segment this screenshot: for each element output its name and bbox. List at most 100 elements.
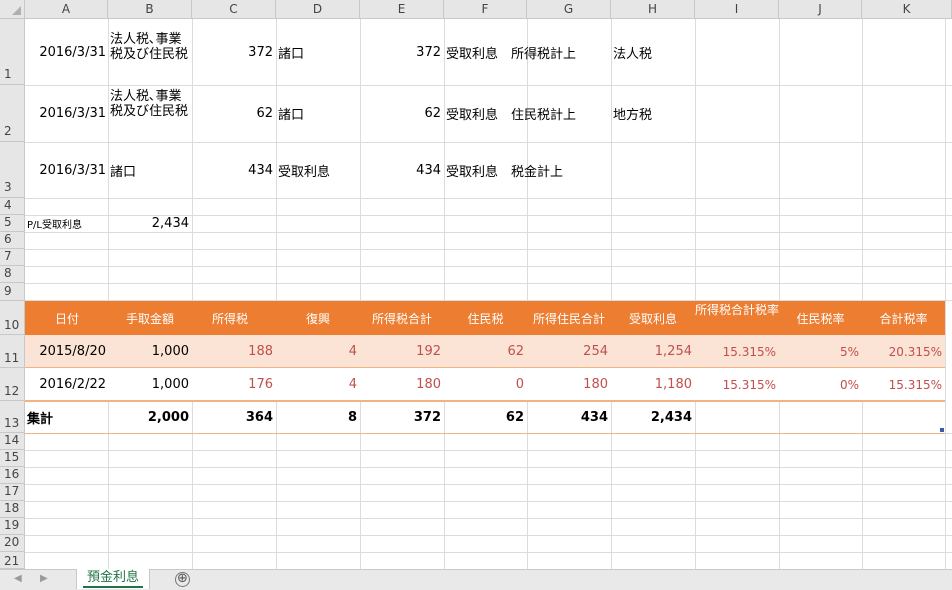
row-header-19[interactable]: 19 [0, 518, 25, 535]
column-header-h[interactable]: H [611, 0, 695, 19]
column-header-b[interactable]: B [108, 0, 192, 19]
table-total-income-tax[interactable]: 364 [192, 401, 276, 433]
table-cell-resident-tax-1[interactable]: 62 [444, 335, 527, 368]
journal-debit-account-2[interactable]: 法人税､事業税及び住民税 [108, 87, 192, 142]
table-cell-income-tax-total-1[interactable]: 192 [360, 335, 444, 368]
journal-credit-account-1[interactable]: 諸口 [276, 19, 360, 85]
column-header-g[interactable]: G [527, 0, 611, 19]
table-cell-reconstruction-1[interactable]: 4 [276, 335, 360, 368]
table-header-date[interactable]: 日付 [25, 301, 109, 335]
row-header-4[interactable]: 4 [0, 198, 25, 215]
table-cell-income-tax-2[interactable]: 176 [192, 368, 276, 401]
table-header-income-resident-total[interactable]: 所得住民合計 [527, 301, 611, 335]
journal-credit-amount-1[interactable]: 372 [360, 19, 444, 85]
row-header-10[interactable]: 10 [0, 301, 25, 335]
table-total-income-tax-total[interactable]: 372 [360, 401, 444, 433]
table-cell-date-1[interactable]: 2015/8/20 [25, 335, 109, 368]
row-header-8[interactable]: 8 [0, 266, 25, 283]
column-header-a[interactable]: A [25, 0, 108, 19]
row-header-15[interactable]: 15 [0, 450, 25, 467]
table-total-income-resident-total[interactable]: 434 [527, 401, 611, 433]
table-resize-handle[interactable] [940, 428, 944, 432]
spreadsheet-grid[interactable]: A B C D E F G H I J K 1 2 3 4 5 6 7 8 9 … [0, 0, 952, 569]
table-total-net[interactable]: 2,000 [108, 401, 192, 433]
journal-memo2-1[interactable]: 所得税計上 [509, 19, 611, 85]
tab-scroll-right-icon[interactable]: ▶ [40, 573, 48, 584]
row-header-7[interactable]: 7 [0, 249, 25, 266]
table-header-income-tax-rate[interactable]: 所得税合計税率 [695, 302, 779, 335]
table-header-total-tax-rate[interactable]: 合計税率 [862, 301, 945, 335]
row-header-3[interactable]: 3 [0, 142, 25, 198]
table-header-net-amount[interactable]: 手取金額 [108, 301, 192, 335]
table-cell-resident-tax-2[interactable]: 0 [444, 368, 527, 401]
table-cell-net-1[interactable]: 1,000 [108, 335, 192, 368]
row-header-18[interactable]: 18 [0, 501, 25, 518]
journal-date-3[interactable]: 2016/3/31 [25, 142, 109, 198]
table-header-reconstruction[interactable]: 復興 [276, 301, 360, 335]
journal-credit-account-3[interactable]: 受取利息 [276, 142, 360, 198]
journal-debit-account-3[interactable]: 諸口 [108, 142, 192, 198]
select-all-corner[interactable] [0, 0, 25, 19]
table-cell-reconstruction-2[interactable]: 4 [276, 368, 360, 401]
table-header-resident-tax[interactable]: 住民税 [444, 301, 527, 335]
row-header-1[interactable]: 1 [0, 19, 25, 85]
row-header-16[interactable]: 16 [0, 467, 25, 484]
table-total-label[interactable]: 集計 [25, 401, 109, 433]
table-cell-income-tax-rate-1[interactable]: 15.315% [695, 335, 779, 368]
table-cell-income-tax-1[interactable]: 188 [192, 335, 276, 368]
pl-label[interactable]: P/L受取利息 [25, 215, 109, 232]
column-header-f[interactable]: F [444, 0, 527, 19]
row-header-6[interactable]: 6 [0, 232, 25, 249]
journal-credit-amount-3[interactable]: 434 [360, 142, 444, 198]
table-header-income-tax-total[interactable]: 所得税合計 [360, 301, 444, 335]
journal-date-2[interactable]: 2016/3/31 [25, 85, 109, 142]
column-header-d[interactable]: D [276, 0, 360, 19]
journal-date-1[interactable]: 2016/3/31 [25, 19, 109, 85]
journal-memo2-3[interactable]: 税金計上 [509, 142, 611, 198]
journal-memo2-2[interactable]: 住民税計上 [509, 85, 611, 142]
journal-memo3-1[interactable]: 法人税 [611, 19, 695, 85]
table-total-resident-tax[interactable]: 62 [444, 401, 527, 433]
table-cell-resident-tax-rate-2[interactable]: 0% [779, 368, 862, 401]
table-cell-date-2[interactable]: 2016/2/22 [25, 368, 109, 401]
column-header-j[interactable]: J [779, 0, 862, 19]
column-header-k[interactable]: K [862, 0, 952, 19]
sheet-tab-active[interactable]: 預金利息 [76, 569, 150, 589]
journal-debit-account-1[interactable]: 法人税､事業税及び住民税 [108, 30, 192, 85]
table-header-resident-tax-rate[interactable]: 住民税率 [779, 301, 862, 335]
table-cell-income-resident-total-1[interactable]: 254 [527, 335, 611, 368]
column-header-c[interactable]: C [192, 0, 276, 19]
table-header-income-tax[interactable]: 所得税 [210, 301, 276, 335]
row-header-5[interactable]: 5 [0, 215, 25, 232]
table-cell-interest-1[interactable]: 1,254 [611, 335, 695, 368]
row-header-17[interactable]: 17 [0, 484, 25, 501]
journal-debit-amount-2[interactable]: 62 [192, 85, 276, 142]
journal-memo3-2[interactable]: 地方税 [611, 85, 695, 142]
tab-scroll-left-icon[interactable]: ◀ [14, 573, 22, 584]
row-header-14[interactable]: 14 [0, 433, 25, 450]
row-header-21[interactable]: 21 [0, 552, 25, 569]
table-total-reconstruction[interactable]: 8 [276, 401, 360, 433]
row-header-9[interactable]: 9 [0, 283, 25, 301]
journal-debit-amount-3[interactable]: 434 [192, 142, 276, 198]
column-header-i[interactable]: I [695, 0, 779, 19]
row-header-12[interactable]: 12 [0, 368, 25, 401]
journal-debit-amount-1[interactable]: 372 [192, 19, 276, 85]
row-header-20[interactable]: 20 [0, 535, 25, 552]
table-cell-income-tax-rate-2[interactable]: 15.315% [695, 368, 779, 401]
pl-value[interactable]: 2,434 [108, 215, 192, 232]
row-header-13[interactable]: 13 [0, 401, 25, 433]
table-cell-net-2[interactable]: 1,000 [108, 368, 192, 401]
journal-credit-amount-2[interactable]: 62 [360, 85, 444, 142]
column-header-e[interactable]: E [360, 0, 444, 19]
table-cell-total-tax-rate-1[interactable]: 20.315% [862, 335, 945, 368]
table-cell-income-resident-total-2[interactable]: 180 [527, 368, 611, 401]
table-header-interest-received[interactable]: 受取利息 [611, 301, 695, 335]
table-cell-income-tax-total-2[interactable]: 180 [360, 368, 444, 401]
add-sheet-icon[interactable]: ⊕ [175, 572, 190, 587]
row-header-11[interactable]: 11 [0, 335, 25, 368]
table-cell-interest-2[interactable]: 1,180 [611, 368, 695, 401]
row-header-2[interactable]: 2 [0, 85, 25, 142]
table-cell-total-tax-rate-2[interactable]: 15.315% [862, 368, 945, 401]
table-total-interest[interactable]: 2,434 [611, 401, 695, 433]
